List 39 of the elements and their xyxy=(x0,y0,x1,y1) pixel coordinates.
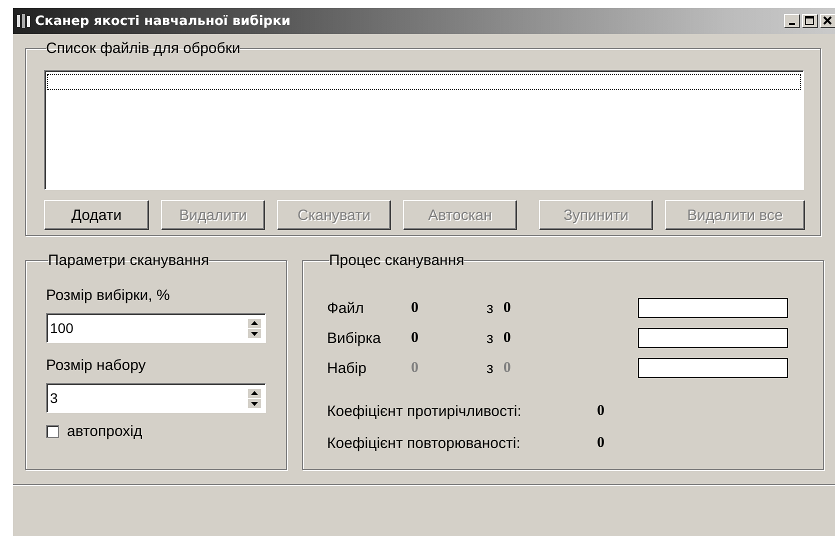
current-count: 0 xyxy=(411,360,418,376)
checkbox-label: автопрохід xyxy=(67,423,142,440)
spin-down-icon[interactable] xyxy=(248,398,261,408)
total-count: 0 xyxy=(503,360,512,376)
maximize-button[interactable] xyxy=(802,14,818,28)
spin-field[interactable]: 100 xyxy=(46,313,266,343)
of-label: з xyxy=(486,330,494,346)
spin-field[interactable]: 3 xyxy=(46,383,266,413)
field-label: Розмір набору xyxy=(46,357,147,376)
total-count: 0 xyxy=(503,330,512,346)
group-title: Параметри сканування xyxy=(48,252,210,269)
row-label: Вибірка xyxy=(327,330,382,346)
row-label: Файл xyxy=(327,300,365,316)
close-button[interactable] xyxy=(820,14,835,28)
maximize-icon xyxy=(805,16,815,26)
group-title: Список файлів для обробки xyxy=(46,40,240,57)
coefficient-label: Коефіцієнт повторюваності: xyxy=(327,434,522,452)
minimize-button[interactable] xyxy=(784,14,800,28)
row-label: Набір xyxy=(327,360,368,376)
field-label: Розмір вибірки, % xyxy=(46,287,171,306)
spin-up-icon[interactable] xyxy=(248,388,261,398)
of-label: з xyxy=(486,360,494,376)
checkbox[interactable] xyxy=(46,425,59,438)
minimize-icon xyxy=(789,23,795,25)
app-icon xyxy=(16,13,32,29)
of-label: з xyxy=(486,300,494,316)
window-title: Сканер якості навчальної вибірки xyxy=(35,14,292,28)
spin-down-icon[interactable] xyxy=(248,328,261,338)
current-count: 0 xyxy=(411,300,418,316)
coefficient-label: Коефіцієнт протирічливості: xyxy=(327,402,522,420)
group-title: Процес сканування xyxy=(329,252,464,269)
current-count: 0 xyxy=(411,330,418,346)
spin-up-icon[interactable] xyxy=(248,318,261,328)
coefficient-value: 0 xyxy=(597,434,604,452)
close-icon xyxy=(823,16,833,26)
total-count: 0 xyxy=(503,300,512,316)
coefficient-value: 0 xyxy=(597,402,604,420)
file-list[interactable] xyxy=(44,70,804,190)
action-button[interactable]: Додати xyxy=(44,200,149,230)
